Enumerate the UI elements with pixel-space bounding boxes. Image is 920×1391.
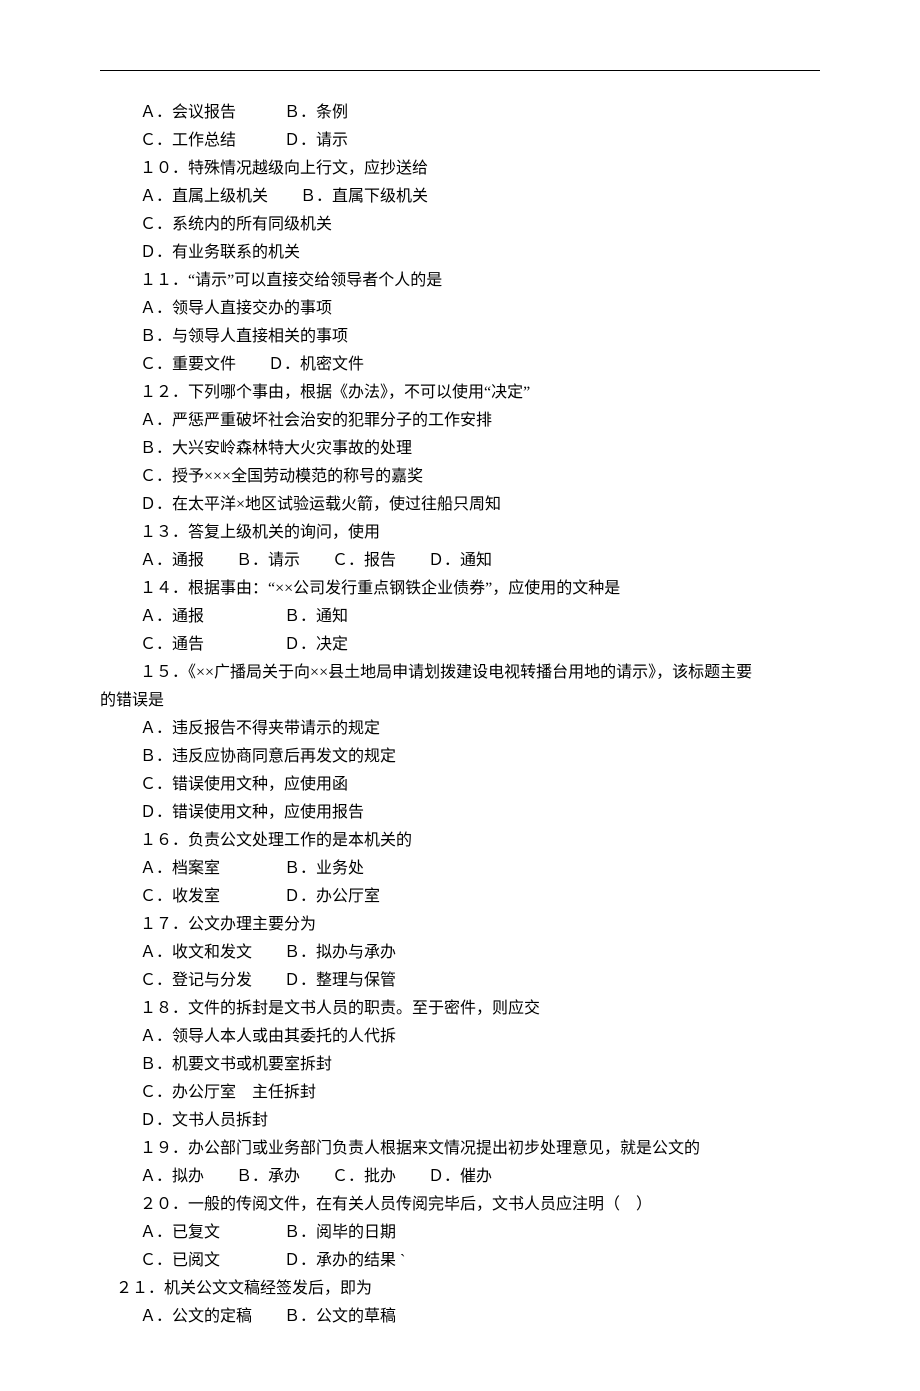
text-line: １８．文件的拆封是文书人员的职责。至于密件，则应交 <box>100 995 820 1023</box>
text-line: Ｃ．收发室 Ｄ．办公厅室 <box>100 883 820 911</box>
text-line: Ａ．拟办 Ｂ．承办 Ｃ．批办 Ｄ．催办 <box>100 1163 820 1191</box>
text-line: Ｂ．大兴安岭森林特大火灾事故的处理 <box>100 435 820 463</box>
text-line: Ａ．通报 Ｂ．通知 <box>100 603 820 631</box>
text-line: Ｂ．违反应协商同意后再发文的规定 <box>100 743 820 771</box>
text-line: １７．公文办理主要分为 <box>100 911 820 939</box>
text-line: １５．《××广播局关于向××县土地局申请划拨建设电视转播台用地的请示》，该标题主… <box>100 659 820 687</box>
text-line: Ｄ．在太平洋×地区试验运载火箭，使过往船只周知 <box>100 491 820 519</box>
text-line: Ａ．会议报告 Ｂ．条例 <box>100 99 820 127</box>
text-line: Ｃ．工作总结 Ｄ．请示 <box>100 127 820 155</box>
text-line: Ｃ．系统内的所有同级机关 <box>100 211 820 239</box>
text-line: １１．“请示”可以直接交给领导者个人的是 <box>100 267 820 295</box>
text-line: Ｄ．文书人员拆封 <box>100 1107 820 1135</box>
text-line: Ａ．通报 Ｂ．请示 Ｃ．报告 Ｄ．通知 <box>100 547 820 575</box>
text-line: Ａ．领导人本人或由其委托的人代拆 <box>100 1023 820 1051</box>
text-line: Ａ．档案室 Ｂ．业务处 <box>100 855 820 883</box>
text-line: Ｃ．错误使用文种，应使用函 <box>100 771 820 799</box>
text-line: Ａ．已复文 Ｂ．阅毕的日期 <box>100 1219 820 1247</box>
text-line: Ｄ．有业务联系的机关 <box>100 239 820 267</box>
text-line: Ｃ．授予×××全国劳动模范的称号的嘉奖 <box>100 463 820 491</box>
text-line: １３．答复上级机关的询问，使用 <box>100 519 820 547</box>
text-line: Ｃ．重要文件 Ｄ．机密文件 <box>100 351 820 379</box>
text-line: Ａ．直属上级机关 Ｂ．直属下级机关 <box>100 183 820 211</box>
text-line: Ａ．收文和发文 Ｂ．拟办与承办 <box>100 939 820 967</box>
text-line: １０．特殊情况越级向上行文，应抄送给 <box>100 155 820 183</box>
text-line: ２０．一般的传阅文件，在有关人员传阅完毕后，文书人员应注明（ ） <box>100 1191 820 1219</box>
text-line: Ａ．违反报告不得夹带请示的规定 <box>100 715 820 743</box>
text-line: Ｂ．机要文书或机要室拆封 <box>100 1051 820 1079</box>
top-rule <box>100 70 820 71</box>
text-line: １４．根据事由：“××公司发行重点钢铁企业债券”，应使用的文种是 <box>100 575 820 603</box>
text-line: Ｂ．与领导人直接相关的事项 <box>100 323 820 351</box>
text-line: Ｄ．错误使用文种，应使用报告 <box>100 799 820 827</box>
text-line: Ｃ．通告 Ｄ．决定 <box>100 631 820 659</box>
text-line: １９．办公部门或业务部门负责人根据来文情况提出初步处理意见，就是公文的 <box>100 1135 820 1163</box>
text-line: Ｃ．登记与分发 Ｄ．整理与保管 <box>100 967 820 995</box>
text-line: １６．负责公文处理工作的是本机关的 <box>100 827 820 855</box>
text-line: Ｃ．已阅文 Ｄ．承办的结果 ` <box>100 1247 820 1275</box>
text-line: １２．下列哪个事由，根据《办法》，不可以使用“决定” <box>100 379 820 407</box>
text-line: Ａ．严惩严重破坏社会治安的犯罪分子的工作安排 <box>100 407 820 435</box>
text-line: Ｃ．办公厅室 主任拆封 <box>100 1079 820 1107</box>
text-line-continuation: 的错误是 <box>100 687 820 715</box>
document-page: Ａ．会议报告 Ｂ．条例 Ｃ．工作总结 Ｄ．请示 １０．特殊情况越级向上行文，应抄… <box>0 0 920 1391</box>
text-line: Ａ．领导人直接交办的事项 <box>100 295 820 323</box>
text-line: Ａ．公文的定稿 Ｂ．公文的草稿 <box>100 1303 820 1331</box>
text-line: ２１．机关公文文稿经签发后，即为 <box>100 1275 820 1303</box>
